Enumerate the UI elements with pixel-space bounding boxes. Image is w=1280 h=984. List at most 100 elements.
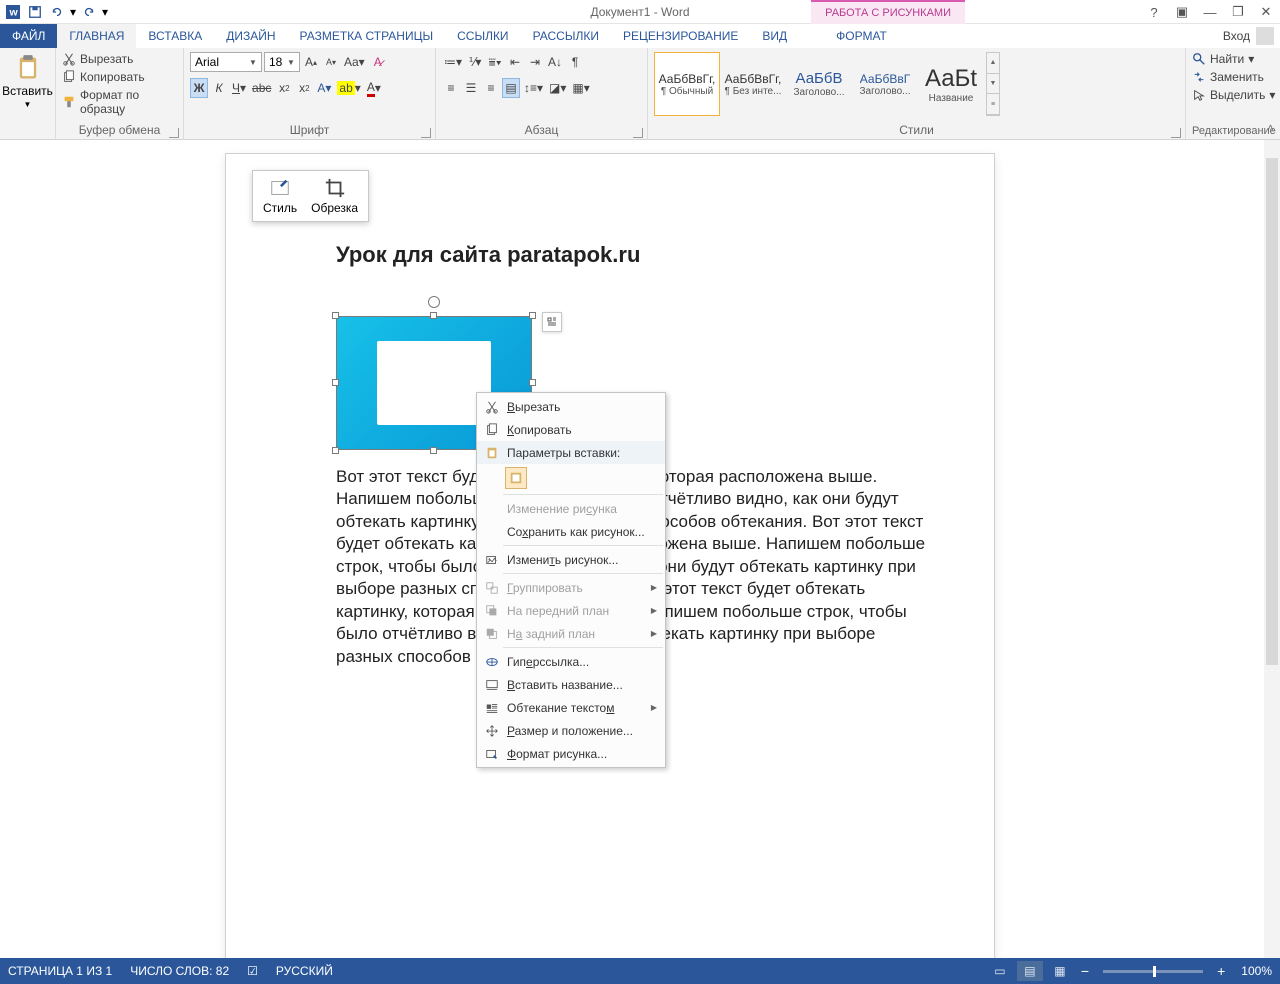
zoom-level[interactable]: 100% bbox=[1241, 964, 1272, 978]
restore-icon[interactable]: ❐ bbox=[1224, 0, 1252, 24]
ctx-save-as-picture[interactable]: Сохранить как рисунок... bbox=[477, 520, 665, 543]
align-left-icon[interactable]: ≡ bbox=[442, 78, 460, 98]
ctx-format-picture[interactable]: Формат рисунка... bbox=[477, 742, 665, 765]
line-spacing-icon[interactable]: ↕≡▾ bbox=[522, 78, 545, 98]
vertical-scrollbar[interactable] bbox=[1264, 140, 1280, 958]
crop-button[interactable]: Обрезка bbox=[305, 175, 364, 217]
tab-page-layout[interactable]: РАЗМЕТКА СТРАНИЦЫ bbox=[288, 24, 446, 48]
ctx-cut[interactable]: Вырезать bbox=[477, 395, 665, 418]
format-painter-button[interactable]: Формат по образцу bbox=[62, 86, 177, 118]
increase-indent-icon[interactable]: ⇥ bbox=[526, 52, 544, 72]
zoom-out-button[interactable]: − bbox=[1077, 963, 1093, 979]
ctx-size-position[interactable]: Размер и положение... bbox=[477, 719, 665, 742]
tab-mailings[interactable]: РАССЫЛКИ bbox=[521, 24, 611, 48]
sort-icon[interactable]: A↓ bbox=[546, 52, 564, 72]
bullets-icon[interactable]: ≔▾ bbox=[442, 52, 464, 72]
superscript-button[interactable]: x2 bbox=[295, 78, 313, 98]
align-right-icon[interactable]: ≡ bbox=[482, 78, 500, 98]
clipboard-launcher-icon[interactable] bbox=[169, 128, 179, 138]
web-layout-icon[interactable]: ▦ bbox=[1047, 961, 1073, 981]
status-proofing-icon[interactable]: ☑ bbox=[247, 964, 258, 978]
rotate-handle-icon[interactable] bbox=[428, 296, 440, 308]
replace-button[interactable]: Заменить bbox=[1192, 68, 1274, 86]
shrink-font-icon[interactable]: A▾ bbox=[322, 52, 340, 72]
font-size-combo[interactable]: 18▼ bbox=[264, 52, 300, 72]
resize-handle[interactable] bbox=[430, 312, 437, 319]
paste-button[interactable]: Вставить ▼ bbox=[2, 50, 53, 109]
bold-button[interactable]: Ж bbox=[190, 78, 208, 98]
resize-handle[interactable] bbox=[529, 379, 536, 386]
decrease-indent-icon[interactable]: ⇤ bbox=[506, 52, 524, 72]
ctx-hyperlink[interactable]: Гиперссылка... bbox=[477, 650, 665, 673]
align-center-icon[interactable]: ☰ bbox=[462, 78, 480, 98]
font-color-icon[interactable]: A▾ bbox=[365, 78, 383, 98]
style-button[interactable]: Стиль bbox=[257, 175, 303, 217]
subscript-button[interactable]: x2 bbox=[275, 78, 293, 98]
ctx-text-wrap[interactable]: Обтекание текстом▶ bbox=[477, 696, 665, 719]
styles-launcher-icon[interactable] bbox=[1171, 128, 1181, 138]
word-app-icon[interactable]: w bbox=[2, 1, 24, 23]
tab-file[interactable]: ФАЙЛ bbox=[0, 24, 57, 48]
tab-home[interactable]: ГЛАВНАЯ bbox=[57, 24, 136, 48]
shading-icon[interactable]: ◪▾ bbox=[547, 78, 568, 98]
qat-customize-icon[interactable]: ▾ bbox=[100, 1, 110, 23]
tab-review[interactable]: РЕЦЕНЗИРОВАНИЕ bbox=[611, 24, 750, 48]
close-icon[interactable]: ✕ bbox=[1252, 0, 1280, 24]
change-case-icon[interactable]: Aa▾ bbox=[342, 52, 367, 72]
minimize-icon[interactable]: — bbox=[1196, 0, 1224, 24]
collapse-ribbon-icon[interactable]: ˄ bbox=[1267, 121, 1274, 135]
style-heading1[interactable]: АаБбВЗаголово... bbox=[786, 52, 852, 116]
select-button[interactable]: Выделить ▾ bbox=[1192, 86, 1274, 104]
tab-format[interactable]: ФОРМАТ bbox=[824, 24, 899, 48]
multilevel-icon[interactable]: ⩸▾ bbox=[486, 52, 504, 72]
font-launcher-icon[interactable] bbox=[421, 128, 431, 138]
scrollbar-thumb[interactable] bbox=[1266, 158, 1278, 665]
ribbon-display-icon[interactable]: ▣ bbox=[1168, 0, 1196, 24]
tab-design[interactable]: ДИЗАЙН bbox=[214, 24, 287, 48]
paragraph-launcher-icon[interactable] bbox=[633, 128, 643, 138]
zoom-thumb[interactable] bbox=[1153, 966, 1156, 977]
font-name-combo[interactable]: Arial▼ bbox=[190, 52, 262, 72]
find-button[interactable]: Найти ▾ bbox=[1192, 50, 1274, 68]
resize-handle[interactable] bbox=[332, 379, 339, 386]
style-no-spacing[interactable]: АаБбВвГг,¶ Без инте... bbox=[720, 52, 786, 116]
undo-dropdown-icon[interactable]: ▾ bbox=[68, 1, 78, 23]
text-effects-icon[interactable]: A▾ bbox=[315, 78, 333, 98]
paste-keep-source-icon[interactable] bbox=[505, 467, 527, 489]
status-words[interactable]: ЧИСЛО СЛОВ: 82 bbox=[130, 964, 229, 978]
save-icon[interactable] bbox=[24, 1, 46, 23]
read-mode-icon[interactable]: ▭ bbox=[987, 961, 1013, 981]
highlight-icon[interactable]: ab▾ bbox=[335, 78, 362, 98]
tab-references[interactable]: ССЫЛКИ bbox=[445, 24, 520, 48]
grow-font-icon[interactable]: A▴ bbox=[302, 52, 320, 72]
style-heading2[interactable]: АаБбВвГЗаголово... bbox=[852, 52, 918, 116]
undo-icon[interactable] bbox=[46, 1, 68, 23]
italic-button[interactable]: К bbox=[210, 78, 228, 98]
redo-icon[interactable] bbox=[78, 1, 100, 23]
tab-insert[interactable]: ВСТАВКА bbox=[136, 24, 214, 48]
tab-view[interactable]: ВИД bbox=[750, 24, 799, 48]
print-layout-icon[interactable]: ▤ bbox=[1017, 961, 1043, 981]
numbering-icon[interactable]: ⅟▾ bbox=[466, 52, 484, 72]
resize-handle[interactable] bbox=[332, 312, 339, 319]
clear-formatting-icon[interactable]: A̷ bbox=[369, 52, 387, 72]
ctx-edit-picture[interactable]: Изменить рисунок... bbox=[477, 548, 665, 571]
resize-handle[interactable] bbox=[332, 447, 339, 454]
status-page[interactable]: СТРАНИЦА 1 ИЗ 1 bbox=[8, 964, 112, 978]
style-title[interactable]: АаБtНазвание bbox=[918, 52, 984, 116]
zoom-in-button[interactable]: + bbox=[1213, 963, 1229, 979]
underline-button[interactable]: Ч▾ bbox=[230, 78, 248, 98]
resize-handle[interactable] bbox=[430, 447, 437, 454]
strikethrough-button[interactable]: abc bbox=[250, 78, 273, 98]
help-icon[interactable]: ? bbox=[1140, 0, 1168, 24]
justify-icon[interactable]: ▤ bbox=[502, 78, 520, 98]
layout-options-icon[interactable] bbox=[542, 312, 562, 332]
zoom-slider[interactable] bbox=[1103, 970, 1203, 973]
borders-icon[interactable]: ▦▾ bbox=[570, 78, 591, 98]
cut-button[interactable]: Вырезать bbox=[62, 50, 177, 68]
resize-handle[interactable] bbox=[529, 312, 536, 319]
account-login[interactable]: Вход bbox=[1223, 27, 1274, 45]
style-normal[interactable]: АаБбВвГг,¶ Обычный bbox=[654, 52, 720, 116]
ctx-insert-caption[interactable]: Вставить название... bbox=[477, 673, 665, 696]
copy-button[interactable]: Копировать bbox=[62, 68, 177, 86]
